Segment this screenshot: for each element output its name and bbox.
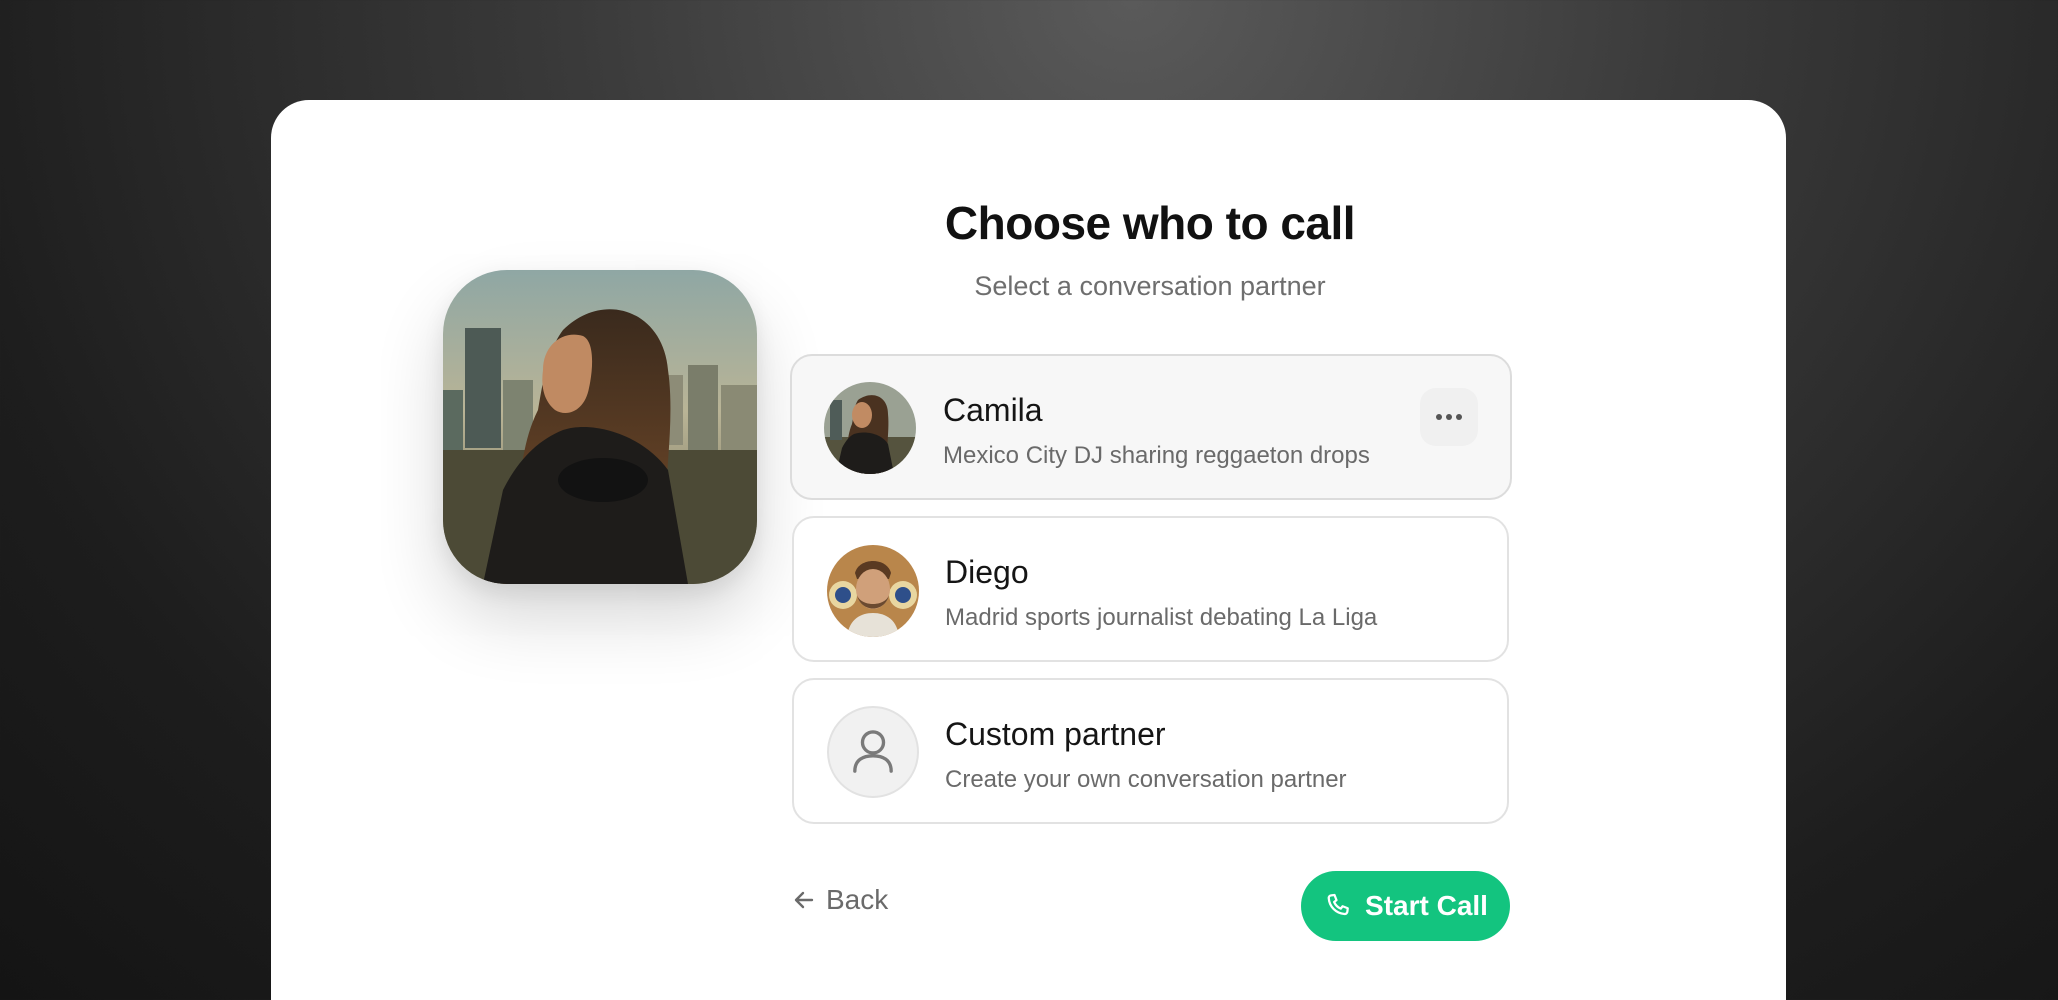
- partner-option-custom[interactable]: Custom partner Create your own conversat…: [792, 678, 1509, 824]
- partner-name: Camila: [943, 392, 1043, 428]
- custom-avatar: [827, 706, 919, 798]
- selected-partner-photo: [443, 270, 757, 584]
- diego-avatar: [827, 545, 919, 637]
- partner-description: Mexico City DJ sharing reggaeton drops: [943, 442, 1370, 469]
- more-options-button[interactable]: [1420, 388, 1478, 446]
- partner-option-diego[interactable]: Diego Madrid sports journalist debating …: [792, 516, 1509, 662]
- more-dot: [1446, 414, 1452, 420]
- back-label: Back: [826, 884, 889, 915]
- partner-name: Custom partner: [945, 716, 1166, 752]
- back-button[interactable]: Back: [792, 884, 888, 916]
- page-subtitle: Select a conversation partner: [974, 271, 1326, 301]
- camila-avatar: [824, 382, 916, 474]
- more-dot: [1436, 414, 1442, 420]
- partner-description: Madrid sports journalist debating La Lig…: [945, 604, 1378, 631]
- phone-icon: [1327, 893, 1349, 916]
- start-call-button[interactable]: Start Call: [1301, 871, 1510, 941]
- user-icon: [853, 730, 893, 773]
- page-title: Choose who to call: [944, 197, 1356, 249]
- partner-option-camila[interactable]: Camila Mexico City DJ sharing reggaeton …: [790, 354, 1512, 500]
- partner-name: Diego: [945, 554, 1029, 590]
- more-dot: [1456, 414, 1462, 420]
- partner-description: Create your own conversation partner: [945, 766, 1347, 793]
- arrow-left-icon: [794, 891, 814, 909]
- start-call-label: Start Call: [1365, 890, 1488, 921]
